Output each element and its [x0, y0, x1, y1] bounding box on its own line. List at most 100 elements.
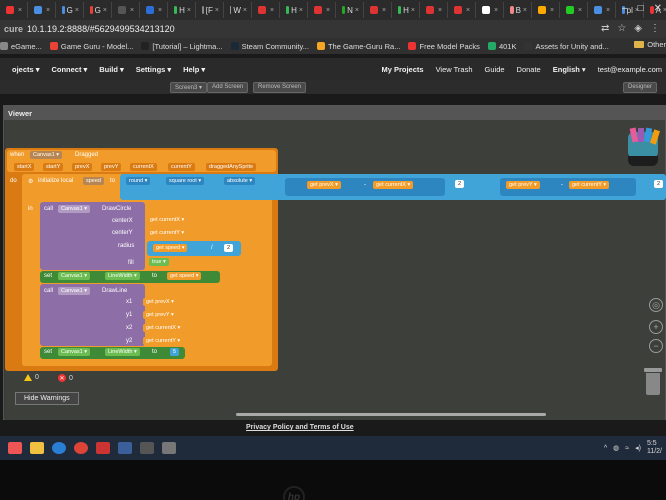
backpack-icon[interactable]	[622, 127, 662, 172]
get-prevY[interactable]: get prevY ▾	[506, 181, 540, 189]
browser-tab[interactable]: N ×	[338, 2, 364, 18]
screen-select[interactable]: Screen3 ▾	[170, 82, 208, 93]
zoom-out-icon[interactable]: −	[649, 339, 663, 353]
nav-help[interactable]: Help ▾	[183, 65, 205, 74]
bookmark-item[interactable]: [Tutorial] – Lightma...	[141, 42, 223, 51]
tab-close-icon[interactable]: ×	[75, 7, 79, 14]
tab-close-icon[interactable]: ×	[215, 7, 219, 14]
nav-view-trash[interactable]: View Trash	[436, 65, 473, 74]
tab-close-icon[interactable]: ×	[326, 7, 330, 14]
bookmark-item[interactable]: Assets for Unity and...	[524, 42, 609, 51]
nav-my-projects[interactable]: My Projects	[381, 65, 423, 74]
divide-value[interactable]: 2	[224, 244, 234, 252]
tab-close-icon[interactable]: ×	[243, 7, 247, 14]
browser-tab[interactable]: B ×	[506, 2, 532, 18]
tab-close-icon[interactable]: ×	[18, 7, 22, 14]
event-component-dropdown[interactable]: Canvas1 ▾	[30, 151, 63, 159]
hide-warnings-button[interactable]: Hide Warnings	[15, 392, 79, 405]
browser-tab[interactable]: H ×	[170, 2, 196, 18]
tray-chevron-icon[interactable]: ^	[604, 445, 607, 452]
get-currentX-centerX[interactable]: get currentX ▾	[147, 216, 188, 224]
address-bar[interactable]: cure 10.1.19.2:8888/#5629499534213120 ⇄ …	[0, 20, 666, 38]
other-bookmarks[interactable]: Other	[634, 40, 666, 49]
browser-tab[interactable]: [F ×	[198, 2, 224, 18]
get-currentX-x2[interactable]: get currentX ▾	[143, 324, 184, 332]
tab-close-icon[interactable]: ×	[411, 7, 415, 14]
round-dropdown[interactable]: round ▾	[126, 177, 151, 185]
param-currentX[interactable]: currentX	[130, 163, 157, 171]
browser-tab[interactable]: ×	[422, 2, 448, 18]
browser-tab[interactable]: G ×	[86, 2, 112, 18]
tab-close-icon[interactable]: ×	[550, 7, 554, 14]
get-speed-linewidth[interactable]: get speed ▾	[167, 272, 202, 280]
trash-icon[interactable]	[644, 368, 662, 395]
recenter-icon[interactable]: ◎	[649, 298, 663, 312]
bookmark-item[interactable]: The Game-Guru Ra...	[316, 42, 400, 51]
drawcircle-component[interactable]: Canvas1 ▾	[58, 205, 91, 213]
param-prevY[interactable]: prevY	[101, 163, 122, 171]
param-startY[interactable]: startY	[43, 163, 64, 171]
bookmark-item[interactable]: Game Guru - Model...	[49, 42, 133, 51]
nav-connect[interactable]: Connect ▾	[51, 65, 87, 74]
absolute-dropdown[interactable]: absolute ▾	[224, 177, 256, 185]
param-currentY[interactable]: currentY	[168, 163, 195, 171]
nav-settings[interactable]: Settings ▾	[136, 65, 171, 74]
workspace-scrollbar[interactable]	[236, 413, 546, 416]
chrome-icon[interactable]	[74, 442, 88, 454]
network-icon[interactable]: ◍	[613, 444, 619, 452]
browser-tab[interactable]: ×	[30, 2, 56, 18]
browser-tab[interactable]: W ×	[226, 2, 252, 18]
store-icon[interactable]	[8, 442, 22, 454]
nav-language[interactable]: English ▾	[553, 65, 586, 74]
error-counter[interactable]: ✕ 0	[58, 374, 73, 382]
nav-projects[interactable]: ojects ▾	[12, 65, 39, 74]
param-prevX[interactable]: prevX	[72, 163, 93, 171]
tab-close-icon[interactable]: ×	[103, 7, 107, 14]
pow-exponent-2[interactable]: 2	[654, 180, 664, 188]
tab-close-icon[interactable]: ×	[270, 7, 274, 14]
settings-gear-icon[interactable]: ⚙	[28, 178, 33, 185]
tab-close-icon[interactable]: ×	[158, 7, 162, 14]
browser-tab[interactable]: ×	[590, 2, 616, 18]
designer-button[interactable]: Designer	[623, 82, 658, 93]
set-component-2[interactable]: Canvas1 ▾	[58, 348, 91, 356]
browser-tab[interactable]: ×	[478, 2, 504, 18]
param-startX[interactable]: startX	[14, 163, 35, 171]
zoom-in-icon[interactable]: +	[649, 320, 663, 334]
tab-close-icon[interactable]: ×	[46, 7, 50, 14]
tab-close-icon[interactable]: ×	[466, 7, 470, 14]
browser-tab[interactable]: ×	[310, 2, 336, 18]
get-prevX[interactable]: get prevX ▾	[307, 181, 341, 189]
tab-close-icon[interactable]: ×	[299, 7, 303, 14]
volume-icon[interactable]: ◂)	[635, 444, 641, 452]
clock[interactable]: 5:5 11/2/	[647, 440, 662, 456]
set-value-2[interactable]: 5	[170, 348, 180, 356]
browser-tab[interactable]: G ×	[58, 2, 84, 18]
nav-donate[interactable]: Donate	[517, 65, 541, 74]
get-speed-radius[interactable]: get speed ▾	[153, 244, 188, 252]
browser-tab[interactable]: ×	[114, 2, 140, 18]
browser-tab[interactable]: ×	[142, 2, 168, 18]
nav-build[interactable]: Build ▾	[99, 65, 124, 74]
mail-icon[interactable]	[118, 442, 132, 454]
tab-close-icon[interactable]: ×	[382, 7, 386, 14]
close-window-icon[interactable]: ✕	[654, 3, 662, 14]
bookmark-item[interactable]: 401K	[487, 42, 516, 51]
bookmark-star-icon[interactable]: ☆	[617, 23, 626, 34]
browser-tab[interactable]: ×	[2, 2, 28, 18]
bookmark-item[interactable]: Free Model Packs	[408, 42, 480, 51]
tab-close-icon[interactable]: ×	[578, 7, 582, 14]
app-icon-3[interactable]	[162, 442, 176, 454]
edge-icon[interactable]	[52, 442, 66, 454]
get-currentX[interactable]: get currentX ▾	[373, 181, 414, 189]
get-prevY-y1[interactable]: get prevY ▾	[143, 311, 177, 319]
app-icon-1[interactable]	[96, 442, 110, 454]
privacy-link[interactable]: Privacy Policy and Terms of Use	[246, 424, 354, 431]
warning-counter[interactable]: 0	[24, 374, 39, 381]
local-var-name[interactable]: speed	[83, 177, 104, 185]
set-property-1[interactable]: LineWidth ▾	[105, 272, 140, 280]
extensions-icon[interactable]: ◈	[634, 23, 642, 34]
bookmark-item[interactable]: Steam Community...	[230, 42, 309, 51]
bookmark-item[interactable]: eGame...	[0, 42, 42, 51]
tab-close-icon[interactable]: ×	[494, 7, 498, 14]
